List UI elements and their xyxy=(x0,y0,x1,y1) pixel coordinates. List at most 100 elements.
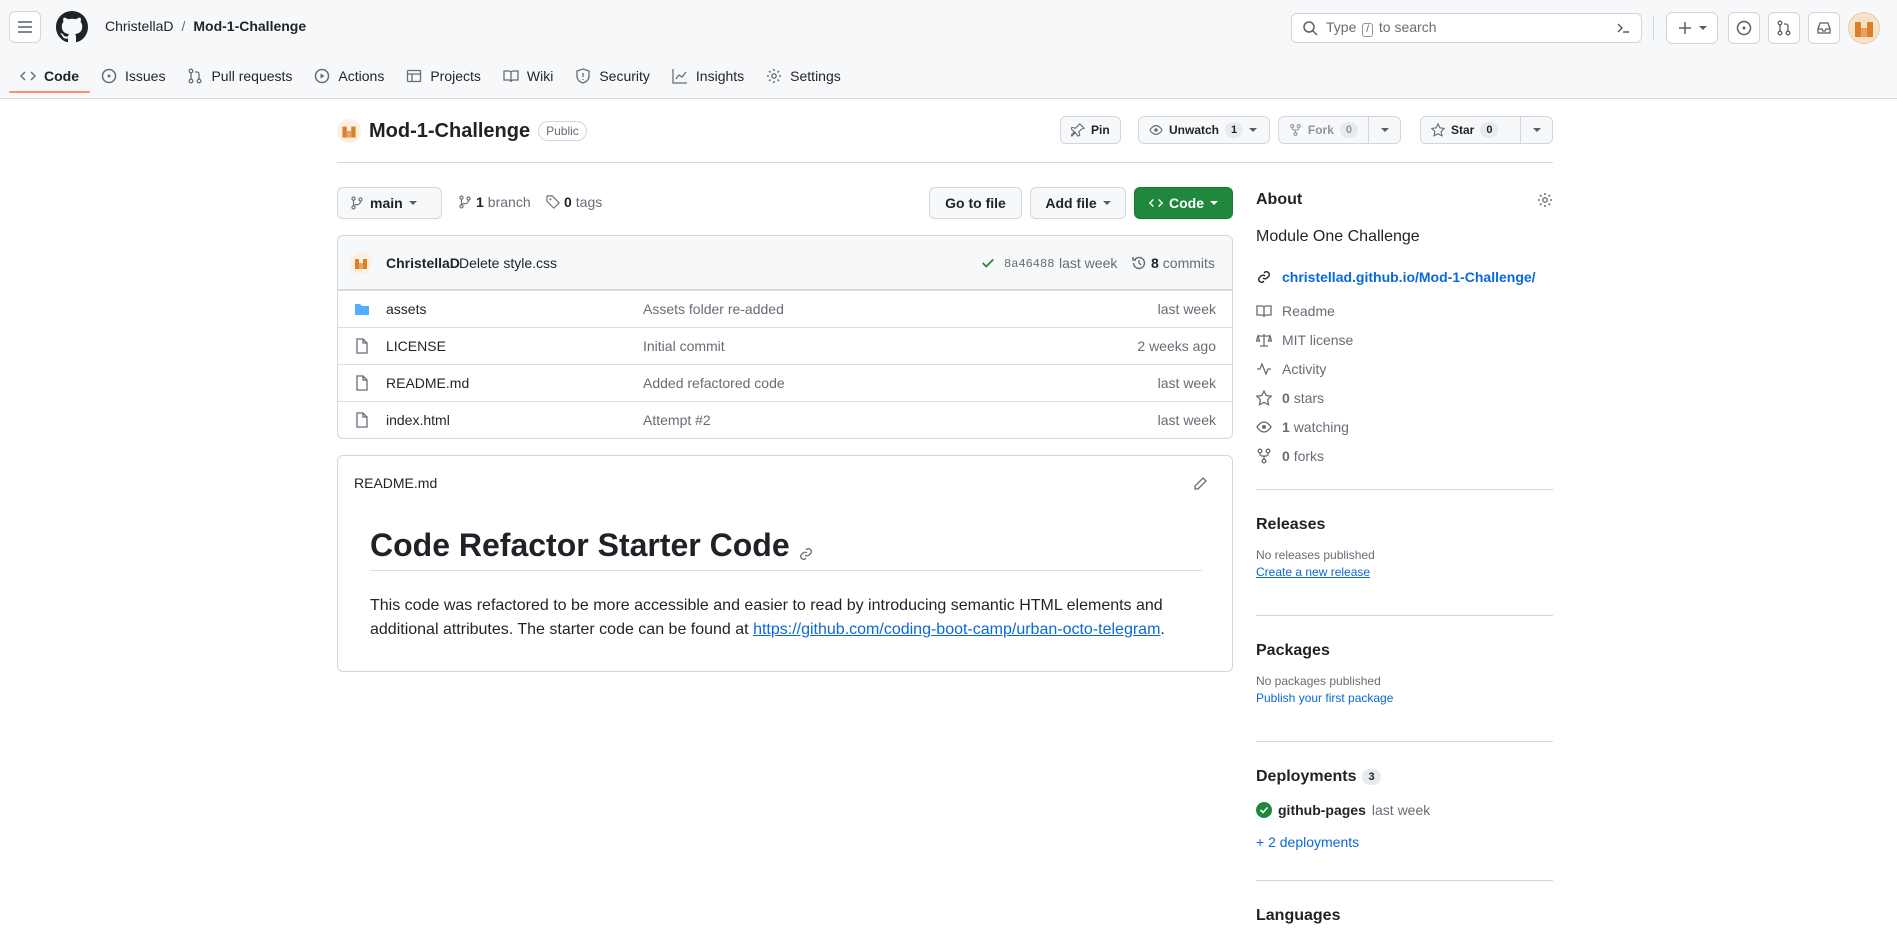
create-new-button[interactable] xyxy=(1666,12,1718,44)
license-link[interactable]: MIT license xyxy=(1256,325,1553,354)
commit-author[interactable]: ChristellaD xyxy=(386,255,460,271)
owner-avatar[interactable] xyxy=(337,119,361,143)
create-release-link[interactable]: Create a new release xyxy=(1256,565,1553,579)
tag-count: 0 xyxy=(564,194,572,210)
languages-heading: Languages xyxy=(1256,907,1341,924)
github-logo-icon[interactable] xyxy=(56,11,88,43)
search-input[interactable]: Type / to search xyxy=(1291,13,1642,43)
pin-label: Pin xyxy=(1091,123,1110,137)
commit-author-avatar[interactable] xyxy=(350,252,372,274)
publish-package-link[interactable]: Publish your first package xyxy=(1256,691,1553,705)
menu-button[interactable] xyxy=(9,11,41,43)
file-name[interactable]: LICENSE xyxy=(386,338,446,354)
pencil-icon[interactable] xyxy=(1192,476,1208,492)
file-name[interactable]: assets xyxy=(386,301,426,317)
user-avatar[interactable] xyxy=(1848,12,1880,44)
activity-link[interactable]: Activity xyxy=(1256,354,1553,383)
watchers-link[interactable]: 1 watching xyxy=(1256,412,1553,441)
file-age: last week xyxy=(1157,375,1216,391)
deployment-name[interactable]: github-pages xyxy=(1278,802,1366,818)
more-deployments-link[interactable]: + 2 deployments xyxy=(1256,834,1553,850)
file-row[interactable]: LICENSE Initial commit 2 weeks ago xyxy=(338,327,1232,364)
pin-button[interactable]: Pin xyxy=(1060,116,1121,144)
tab-issues[interactable]: Issues xyxy=(90,58,176,93)
breadcrumb-repo[interactable]: Mod-1-Challenge xyxy=(193,18,306,34)
check-icon xyxy=(982,258,994,268)
branches-link[interactable]: 1 branch xyxy=(458,194,531,210)
starter-code-link[interactable]: https://github.com/coding-boot-camp/urba… xyxy=(753,621,1160,638)
file-name[interactable]: index.html xyxy=(386,412,450,428)
tab-pull-requests[interactable]: Pull requests xyxy=(176,58,303,93)
file-commit-message[interactable]: Initial commit xyxy=(643,338,725,354)
deployment-item[interactable]: github-pages last week xyxy=(1256,802,1553,818)
license-label: MIT license xyxy=(1282,331,1354,348)
repo-name[interactable]: Mod-1-Challenge xyxy=(369,120,530,143)
deployments-section: Deployments 3 github-pages last week + 2… xyxy=(1256,742,1553,880)
eye-icon xyxy=(1256,420,1272,433)
star-label: Star xyxy=(1451,123,1475,137)
branch-label: branch xyxy=(487,194,531,210)
forks-link[interactable]: 0 forks xyxy=(1256,441,1553,470)
unwatch-button[interactable]: Unwatch 1 xyxy=(1138,116,1270,144)
fork-dropdown-button[interactable] xyxy=(1368,116,1401,144)
chevron-down-icon xyxy=(1699,26,1707,30)
file-commit-message[interactable]: Added refactored code xyxy=(643,375,785,391)
breadcrumb-owner[interactable]: ChristellaD xyxy=(105,18,173,34)
tab-settings[interactable]: Settings xyxy=(755,58,852,93)
inbox-button[interactable] xyxy=(1808,12,1840,44)
tab-label: Projects xyxy=(430,67,481,84)
fork-count: 0 xyxy=(1339,122,1358,138)
chevron-down-icon xyxy=(1102,201,1111,205)
commit-sha[interactable]: 8a46488 xyxy=(1004,257,1054,271)
file-name[interactable]: README.md xyxy=(386,375,469,391)
tab-code[interactable]: Code xyxy=(9,58,90,93)
repo-title: Mod-1-Challenge Public xyxy=(337,119,587,143)
pull-requests-button[interactable] xyxy=(1768,12,1800,44)
hamburger-icon xyxy=(18,21,32,33)
tab-projects[interactable]: Projects xyxy=(395,58,492,93)
file-row[interactable]: assets Assets folder re-added last week xyxy=(338,290,1232,327)
git-branch-icon xyxy=(459,195,471,209)
star-button[interactable]: Star 0 xyxy=(1420,116,1521,144)
star-count: 0 xyxy=(1480,122,1499,138)
file-icon xyxy=(356,338,368,354)
deployments-heading[interactable]: Deployments xyxy=(1256,768,1356,786)
chevron-down-icon xyxy=(1210,201,1218,205)
pulse-icon xyxy=(1257,361,1271,376)
file-row[interactable]: index.html Attempt #2 last week xyxy=(338,401,1232,438)
commit-message[interactable]: Delete style.css xyxy=(459,255,557,271)
git-pull-request-icon xyxy=(189,68,202,83)
stars-link[interactable]: 0 stars xyxy=(1256,383,1553,412)
tab-insights[interactable]: Insights xyxy=(661,58,755,93)
command-palette-icon[interactable] xyxy=(1615,20,1631,36)
readme-title: Code Refactor Starter Code xyxy=(370,527,790,563)
fork-button[interactable]: Fork 0 xyxy=(1278,116,1369,144)
packages-heading[interactable]: Packages xyxy=(1256,642,1553,660)
releases-heading[interactable]: Releases xyxy=(1256,516,1553,534)
file-commit-message[interactable]: Attempt #2 xyxy=(643,412,711,428)
gear-icon[interactable] xyxy=(1537,192,1553,208)
tab-label: Insights xyxy=(695,67,745,84)
breadcrumb-separator: / xyxy=(181,18,186,34)
website-link[interactable]: christellad.github.io/Mod-1-Challenge/ xyxy=(1256,262,1553,292)
about-sidebar: About Module One Challenge christellad.g… xyxy=(1256,188,1553,925)
git-branch-icon xyxy=(351,196,363,210)
commits-link[interactable]: 8 commits xyxy=(1131,255,1215,271)
readme-link[interactable]: Readme xyxy=(1256,296,1553,325)
file-row[interactable]: README.md Added refactored code last wee… xyxy=(338,364,1232,401)
branch-select-button[interactable]: main xyxy=(337,187,442,219)
file-commit-message[interactable]: Assets folder re-added xyxy=(643,301,784,317)
website-url[interactable]: christellad.github.io/Mod-1-Challenge/ xyxy=(1282,269,1536,285)
tab-security[interactable]: Security xyxy=(564,58,661,93)
tags-link[interactable]: 0 tags xyxy=(546,194,602,210)
tab-wiki[interactable]: Wiki xyxy=(492,58,564,93)
link-icon[interactable] xyxy=(798,546,814,562)
visibility-badge: Public xyxy=(538,121,587,141)
add-file-button[interactable]: Add file xyxy=(1030,187,1126,219)
languages-section: Languages xyxy=(1256,881,1553,925)
star-dropdown-button[interactable] xyxy=(1520,116,1553,144)
issues-button[interactable] xyxy=(1728,12,1760,44)
go-to-file-button[interactable]: Go to file xyxy=(929,187,1022,219)
tab-actions[interactable]: Actions xyxy=(303,58,395,93)
code-button[interactable]: Code xyxy=(1134,187,1233,219)
